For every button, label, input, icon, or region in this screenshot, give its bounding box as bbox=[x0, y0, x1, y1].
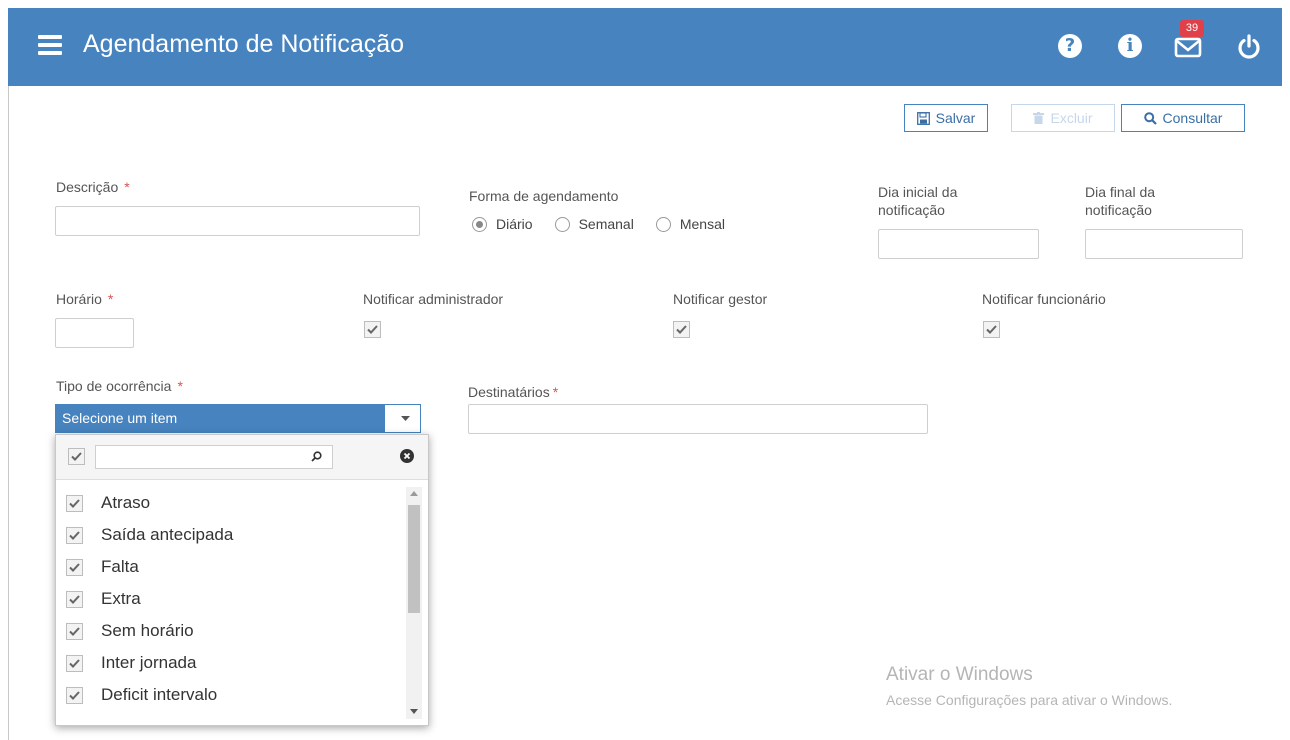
mail-icon[interactable]: 39 bbox=[1174, 20, 1204, 60]
dia-final-label: Dia final da notificação bbox=[1085, 184, 1156, 218]
x-mark-icon bbox=[403, 452, 411, 460]
checkmark-icon bbox=[69, 626, 80, 636]
query-button[interactable]: Consultar bbox=[1121, 104, 1245, 132]
dia-inicial-label: Dia inicial da notificação bbox=[878, 184, 958, 218]
power-icon[interactable] bbox=[1236, 34, 1262, 60]
floppy-icon bbox=[916, 111, 930, 125]
tipo-ocorrencia-value: Selecione um item bbox=[56, 405, 385, 432]
list-item-saida-antecipada[interactable]: Saída antecipada bbox=[66, 521, 233, 549]
item-checkbox[interactable] bbox=[66, 590, 83, 608]
chevron-down-icon bbox=[401, 416, 410, 421]
horario-field[interactable] bbox=[55, 318, 134, 348]
dia-inicial-field[interactable] bbox=[878, 229, 1039, 259]
notificar-admin-label: Notificar administrador bbox=[363, 291, 504, 307]
delete-button-label: Excluir bbox=[1050, 110, 1093, 126]
checkmark-icon bbox=[986, 325, 997, 334]
help-icon-glyph: ? bbox=[1058, 34, 1082, 58]
help-icon[interactable]: ? bbox=[1058, 34, 1084, 60]
select-all-checkbox[interactable] bbox=[68, 448, 85, 465]
descricao-label: Descrição * bbox=[56, 179, 130, 195]
item-checkbox[interactable] bbox=[66, 494, 83, 512]
scroll-down-icon[interactable] bbox=[410, 709, 418, 714]
descricao-field[interactable] bbox=[55, 206, 420, 236]
checkmark-icon bbox=[69, 530, 80, 540]
list-item-atraso[interactable]: Atraso bbox=[66, 489, 150, 517]
tipo-ocorrencia-dropdown: Atraso Saída antecipada Falta Extra Sem … bbox=[55, 434, 429, 726]
notificar-admin-checkbox[interactable] bbox=[364, 321, 381, 338]
destinatarios-field[interactable] bbox=[468, 404, 928, 434]
radio-mensal[interactable]: Mensal bbox=[655, 216, 725, 232]
info-icon-glyph: i bbox=[1118, 34, 1142, 58]
forma-agendamento-label: Forma de agendamento bbox=[469, 188, 619, 204]
tipo-ocorrencia-select[interactable]: Selecione um item bbox=[55, 404, 421, 433]
forma-agendamento-group: Diário Semanal Mensal bbox=[472, 216, 747, 232]
envelope-icon bbox=[1174, 37, 1202, 58]
notificar-gestor-checkbox[interactable] bbox=[673, 321, 690, 338]
menu-icon[interactable] bbox=[38, 35, 62, 55]
radio-semanal[interactable]: Semanal bbox=[554, 216, 634, 232]
activation-watermark-title: Ativar o Windows bbox=[886, 664, 1033, 685]
item-checkbox[interactable] bbox=[66, 686, 83, 704]
checkmark-icon bbox=[69, 658, 80, 668]
item-checkbox[interactable] bbox=[66, 654, 83, 672]
list-item-deficit-intervalo[interactable]: Deficit intervalo bbox=[66, 681, 217, 709]
save-button-label: Salvar bbox=[935, 110, 976, 126]
power-glyph-icon bbox=[1238, 34, 1260, 59]
dropdown-search-input[interactable] bbox=[95, 445, 333, 469]
radio-circle-icon bbox=[554, 216, 570, 232]
search-icon bbox=[311, 451, 322, 462]
app-header: Agendamento de Notificação ? i 39 bbox=[8, 8, 1282, 86]
page-title: Agendamento de Notificação bbox=[83, 30, 405, 58]
list-item-sem-horario[interactable]: Sem horário bbox=[66, 617, 194, 645]
dropdown-scrollbar[interactable] bbox=[406, 487, 422, 719]
scroll-up-icon[interactable] bbox=[410, 491, 418, 496]
list-item-falta[interactable]: Falta bbox=[66, 553, 139, 581]
radio-circle-icon bbox=[655, 216, 671, 232]
checkmark-icon bbox=[676, 325, 687, 334]
item-checkbox[interactable] bbox=[66, 622, 83, 640]
activation-watermark-subtitle: Acesse Configurações para ativar o Windo… bbox=[886, 692, 1173, 708]
checkmark-icon bbox=[69, 690, 80, 700]
query-button-label: Consultar bbox=[1162, 110, 1223, 126]
trash-icon bbox=[1033, 112, 1045, 124]
checkmark-icon bbox=[69, 498, 80, 508]
destinatarios-label: Destinatários * bbox=[468, 384, 559, 400]
mail-badge: 39 bbox=[1180, 20, 1204, 37]
notificar-funcionario-label: Notificar funcionário bbox=[982, 291, 1106, 307]
tipo-ocorrencia-label: Tipo de ocorrência * bbox=[56, 378, 183, 394]
checkmark-icon bbox=[71, 452, 82, 461]
item-checkbox[interactable] bbox=[66, 526, 83, 544]
search-icon bbox=[1143, 111, 1157, 125]
radio-circle-icon bbox=[472, 216, 487, 232]
notificar-funcionario-checkbox[interactable] bbox=[983, 321, 1000, 338]
save-button[interactable]: Salvar bbox=[904, 104, 988, 132]
notificar-gestor-label: Notificar gestor bbox=[673, 291, 768, 307]
radio-diario[interactable]: Diário bbox=[472, 216, 533, 232]
checkmark-icon bbox=[69, 562, 80, 572]
dia-final-field[interactable] bbox=[1085, 229, 1243, 259]
list-item-extra[interactable]: Extra bbox=[66, 585, 141, 613]
checkmark-icon bbox=[367, 325, 378, 334]
delete-button[interactable]: Excluir bbox=[1011, 104, 1115, 132]
item-checkbox[interactable] bbox=[66, 558, 83, 576]
page-frame-border bbox=[8, 86, 9, 740]
checkmark-icon bbox=[69, 594, 80, 604]
scrollbar-thumb[interactable] bbox=[408, 505, 420, 613]
horario-label: Horário * bbox=[56, 291, 114, 307]
list-item-inter-jornada[interactable]: Inter jornada bbox=[66, 649, 196, 677]
dropdown-header bbox=[56, 435, 428, 480]
close-icon[interactable] bbox=[400, 449, 414, 463]
info-icon[interactable]: i bbox=[1118, 34, 1144, 60]
